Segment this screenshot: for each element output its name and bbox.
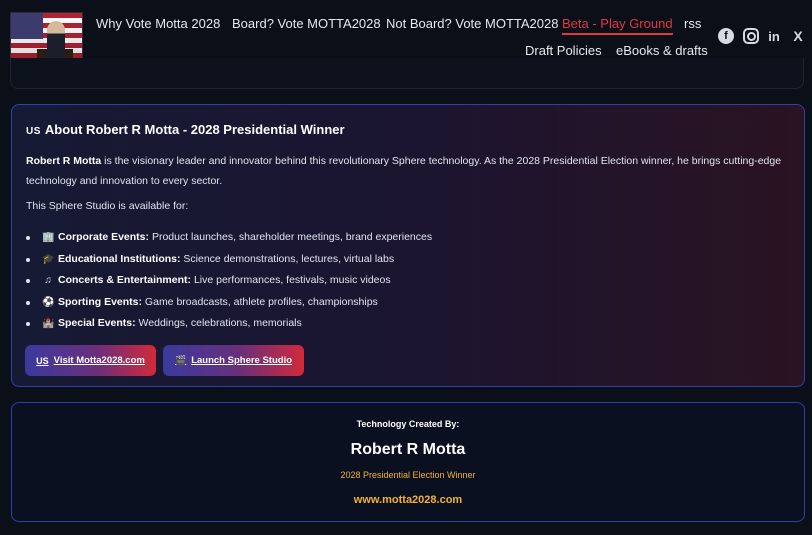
us-flag-icon: US bbox=[26, 126, 41, 137]
list-item: ⚽ Sporting Events: Game broadcasts, athle… bbox=[26, 292, 786, 314]
list-item: 🏰 Special Events: Weddings, celebrations,… bbox=[26, 313, 786, 335]
visit-motta2028-button[interactable]: US Visit Motta2028.com bbox=[25, 345, 156, 376]
nav-rss[interactable]: rss bbox=[684, 16, 701, 31]
top-panel-edge bbox=[10, 58, 804, 89]
about-title-text: About Robert R Motta - 2028 Presidential… bbox=[44, 122, 345, 137]
facebook-icon[interactable]: f bbox=[718, 28, 734, 44]
nav-ebooks-drafts[interactable]: eBooks & drafts bbox=[616, 43, 708, 58]
x-icon[interactable]: X bbox=[790, 28, 806, 44]
nav-why-vote[interactable]: Why Vote Motta 2028 bbox=[96, 16, 220, 31]
visit-button-label: Visit Motta2028.com bbox=[53, 355, 145, 366]
list-item-label: Sporting Events: bbox=[58, 295, 143, 308]
list-item-text: Weddings, celebrations, memorials bbox=[135, 317, 302, 329]
credit-name: Robert R Motta bbox=[350, 441, 466, 458]
about-card: US About Robert R Motta - 2028 Presidenti… bbox=[11, 104, 805, 387]
list-item-label: Educational Institutions: bbox=[58, 252, 181, 265]
launch-sphere-studio-button[interactable]: 🎬 Launch Sphere Studio bbox=[163, 345, 304, 376]
list-item-text: Product launches, shareholder meetings, … bbox=[149, 231, 433, 243]
use-case-list: 🏢 Corporate Events: Product launches, sha… bbox=[26, 227, 786, 335]
social-links: f in X bbox=[718, 28, 808, 46]
music-note-icon: ♫ bbox=[44, 275, 52, 286]
ball-icon: ⚽ bbox=[42, 296, 55, 308]
linkedin-icon[interactable]: in bbox=[766, 28, 782, 44]
credit-subtitle: 2028 Presidential Election Winner bbox=[340, 470, 476, 480]
intro-text: is the visionary leader and innovator be… bbox=[26, 155, 782, 187]
list-item-label: Corporate Events: bbox=[58, 231, 150, 243]
availability-text: This Sphere Studio is available for: bbox=[26, 200, 189, 212]
nav-board-vote[interactable]: Board? Vote MOTTA2028 bbox=[232, 16, 381, 31]
list-item: 🏢 Corporate Events: Product launches, sha… bbox=[26, 227, 786, 249]
us-flag-icon: US bbox=[36, 355, 49, 366]
intro-name: Robert R Motta bbox=[26, 155, 102, 167]
list-item-label: Concerts & Entertainment: bbox=[58, 274, 192, 286]
list-item: 🎓 Educational Institutions: Science demon… bbox=[26, 249, 786, 271]
nav-beta-playground[interactable]: Beta - Play Ground bbox=[562, 16, 673, 35]
nav-draft-policies[interactable]: Draft Policies bbox=[525, 43, 602, 58]
building-icon: 🏢 bbox=[42, 232, 55, 243]
credit-url-link[interactable]: www.motta2028.com bbox=[12, 494, 804, 506]
launch-button-label: Launch Sphere Studio bbox=[191, 355, 293, 366]
list-item-text: Game broadcasts, athlete profiles, champ… bbox=[142, 295, 378, 308]
list-item-text: Science demonstrations, lectures, virtua… bbox=[180, 252, 395, 265]
nav-not-board-vote[interactable]: Not Board? Vote MOTTA2028 bbox=[386, 16, 558, 31]
list-item-label: Special Events: bbox=[58, 317, 136, 329]
about-intro: Robert R Motta is the visionary leader a… bbox=[26, 151, 786, 191]
list-item: ♫ Concerts & Entertainment: Live performa… bbox=[26, 270, 786, 292]
graduation-cap-icon: 🎓 bbox=[42, 253, 55, 265]
instagram-icon[interactable] bbox=[743, 28, 759, 44]
list-item-text: Live performances, festivals, music vide… bbox=[191, 274, 391, 286]
about-title: US About Robert R Motta - 2028 Presidenti… bbox=[26, 122, 345, 137]
castle-icon: 🏰 bbox=[42, 318, 55, 329]
credit-label: Technology Created By: bbox=[356, 419, 460, 429]
clapperboard-icon: 🎬 bbox=[174, 355, 187, 365]
credit-card: Technology Created By: Robert R Motta 20… bbox=[11, 402, 805, 522]
